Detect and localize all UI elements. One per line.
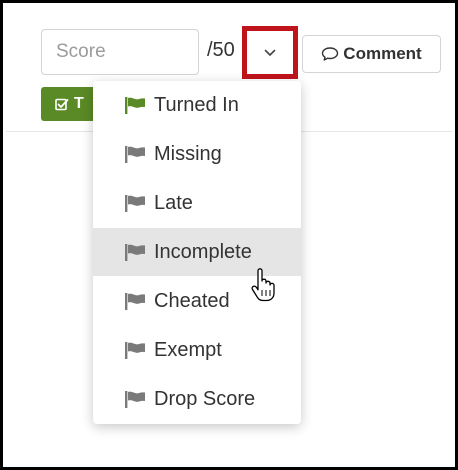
flag-icon [125,194,146,212]
menu-item-late[interactable]: Late [93,179,301,227]
menu-item-label: Turned In [154,93,239,116]
menu-item-missing[interactable]: Missing [93,130,301,178]
menu-item-label: Exempt [154,338,222,361]
hand-pointer-cursor-icon [250,268,278,302]
flag-icon [125,292,146,310]
menu-item-label: Incomplete [154,240,252,263]
checkbox-icon [55,98,69,111]
flag-icon [125,243,146,261]
flag-icon [125,390,146,408]
comment-button[interactable]: Comment [302,35,441,73]
flag-icon [125,96,146,114]
status-dropdown-toggle[interactable] [242,26,298,79]
points-possible: /50 [207,39,235,61]
chevron-down-icon [264,49,276,57]
menu-item-label: Missing [154,142,222,165]
screenshot-frame: /50 Comment T Turned [0,0,458,470]
score-input[interactable] [41,29,199,75]
menu-item-label: Late [154,191,193,214]
menu-item-exempt[interactable]: Exempt [93,326,301,374]
menu-item-label: Cheated [154,289,230,312]
menu-item-turned-in[interactable]: Turned In [93,81,301,129]
speech-bubble-icon [321,46,339,62]
menu-item-label: Drop Score [154,387,256,410]
status-button-label: T [74,95,84,112]
flag-icon [125,341,146,359]
status-button[interactable]: T [41,87,101,121]
menu-item-drop-score[interactable]: Drop Score [93,375,301,423]
flag-icon [125,145,146,163]
comment-button-label: Comment [343,44,422,63]
status-dropdown-menu: Turned In Missing Late Incomplete Cheate… [93,81,301,424]
